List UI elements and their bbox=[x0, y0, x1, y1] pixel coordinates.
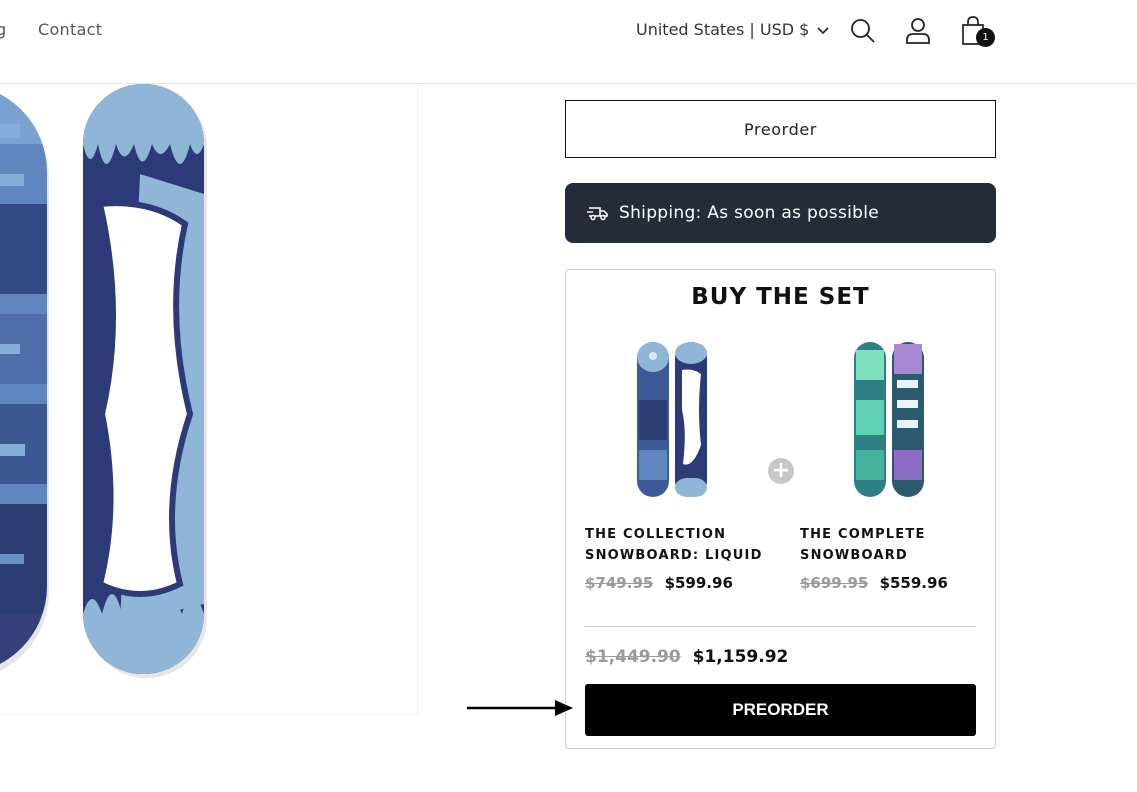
bundle-product-1: THE COLLECTION SNOWBOARD: LIQUID $749.95… bbox=[585, 340, 775, 592]
truck-icon bbox=[587, 205, 609, 221]
bundle-product-2-name-line1: THE COMPLETE bbox=[800, 527, 926, 542]
bundle-product-1-image[interactable] bbox=[627, 340, 737, 500]
divider bbox=[585, 626, 976, 627]
arrow-pointer-icon bbox=[467, 696, 577, 724]
sale-price: $599.96 bbox=[664, 574, 733, 592]
bundle-offer-panel: BUY THE SET THE COLLECTION SNOWBOARD: LI… bbox=[565, 269, 996, 749]
chevron-down-icon bbox=[817, 20, 829, 39]
country-currency-selector[interactable]: United States | USD $ bbox=[636, 20, 829, 39]
plus-icon: + bbox=[768, 458, 794, 484]
nav-item-contact[interactable]: Contact bbox=[38, 20, 102, 39]
bundle-product-2: THE COMPLETE SNOWBOARD $699.95 $559.96 bbox=[800, 340, 990, 592]
bundle-product-2-name[interactable]: THE COMPLETE SNOWBOARD bbox=[800, 524, 990, 566]
nav-item-partial[interactable]: g bbox=[0, 20, 6, 39]
bundle-product-2-image[interactable] bbox=[842, 340, 952, 500]
compare-at-price: $749.95 bbox=[585, 574, 654, 592]
country-currency-label: United States | USD $ bbox=[636, 20, 810, 39]
sale-price: $559.96 bbox=[879, 574, 948, 592]
bundle-total-price: $1,449.90 $1,159.92 bbox=[585, 647, 788, 667]
bundle-title: BUY THE SET bbox=[691, 284, 870, 310]
product-media-image[interactable] bbox=[0, 84, 418, 715]
bundle-product-1-price: $749.95 $599.96 bbox=[585, 574, 775, 592]
compare-at-price: $699.95 bbox=[800, 574, 869, 592]
bundle-product-1-name-line2: SNOWBOARD: LIQUID bbox=[585, 548, 763, 563]
preorder-button[interactable]: Preorder bbox=[565, 100, 996, 158]
bundle-total-compare-price: $1,449.90 bbox=[585, 647, 681, 667]
shipping-info-banner: Shipping: As soon as possible bbox=[565, 183, 996, 243]
bundle-total-sale-price: $1,159.92 bbox=[692, 647, 789, 667]
bundle-product-1-name-line1: THE COLLECTION bbox=[585, 527, 727, 542]
search-icon[interactable] bbox=[848, 14, 878, 48]
bundle-preorder-button[interactable]: PREORDER bbox=[585, 684, 976, 736]
bundle-product-2-name-line2: SNOWBOARD bbox=[800, 548, 908, 563]
shipping-text: Shipping: As soon as possible bbox=[619, 203, 879, 223]
cart-count-badge: 1 bbox=[976, 28, 995, 47]
bundle-product-1-name[interactable]: THE COLLECTION SNOWBOARD: LIQUID bbox=[585, 524, 775, 566]
site-header: g Contact United States | USD $ 1 bbox=[0, 0, 1137, 84]
account-icon[interactable] bbox=[903, 14, 933, 48]
bundle-product-2-price: $699.95 $559.96 bbox=[800, 574, 990, 592]
